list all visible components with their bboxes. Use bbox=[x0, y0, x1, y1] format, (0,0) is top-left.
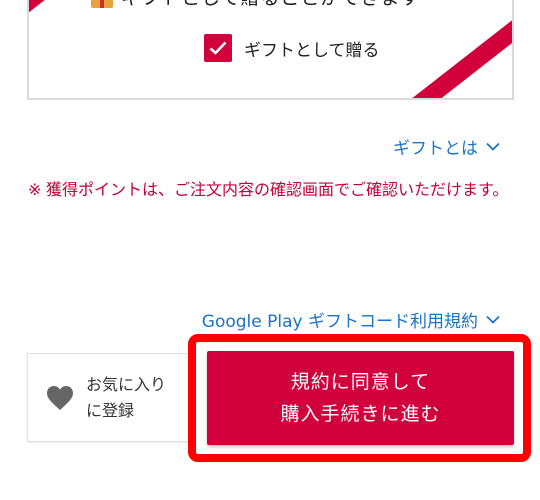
checkout-page: ギフトとして贈ることができます ギフトとして贈る ギフトとは ※獲得ポイントは、… bbox=[0, 0, 540, 500]
gift-checkbox[interactable] bbox=[204, 34, 232, 62]
gift-checkbox-row[interactable]: ギフトとして贈る bbox=[204, 34, 380, 62]
chevron-down-icon bbox=[486, 142, 500, 151]
agree-and-purchase-button[interactable]: 規約に同意して 購入手続きに進む bbox=[207, 351, 514, 445]
gift-checkbox-label: ギフトとして贈る bbox=[244, 40, 380, 61]
favorites-label: お気に入り に登録 bbox=[86, 372, 166, 424]
add-to-favorites-button[interactable]: お気に入り に登録 bbox=[27, 353, 192, 442]
checkmark-icon bbox=[209, 41, 227, 55]
points-notice: ※ 獲得ポイントは、ご注文内容の確認画面でご確認いただけます。 bbox=[28, 176, 512, 204]
notice-mark: ※ bbox=[28, 180, 42, 199]
favorites-label-line1: お気に入り bbox=[86, 374, 167, 394]
gift-about-link-text: ギフトとは bbox=[393, 139, 478, 159]
notice-text: 獲得ポイントは、ご注文内容の確認画面でご確認いただけます。 bbox=[46, 180, 509, 199]
gift-code-terms-link[interactable]: Google Play ギフトコード利用規約 bbox=[202, 307, 500, 332]
ribbon-decoration bbox=[29, 0, 68, 26]
gift-caption: ギフトとして贈ることができます bbox=[89, 0, 420, 10]
ribbon-decoration bbox=[412, 5, 512, 98]
gift-box-icon bbox=[89, 0, 115, 10]
gift-caption-text: ギフトとして贈ることができます bbox=[121, 0, 420, 10]
chevron-down-icon bbox=[486, 315, 500, 324]
gift-about-link[interactable]: ギフトとは bbox=[393, 134, 500, 159]
agree-button-line1: 規約に同意して bbox=[290, 371, 431, 393]
gift-option-card: ギフトとして贈ることができます ギフトとして贈る bbox=[27, 0, 514, 100]
gift-code-terms-link-text: Google Play ギフトコード利用規約 bbox=[201, 312, 478, 332]
favorites-label-line2: に登録 bbox=[86, 400, 135, 420]
agree-button-line2: 購入手続きに進む bbox=[280, 403, 441, 425]
heart-icon bbox=[47, 385, 73, 410]
